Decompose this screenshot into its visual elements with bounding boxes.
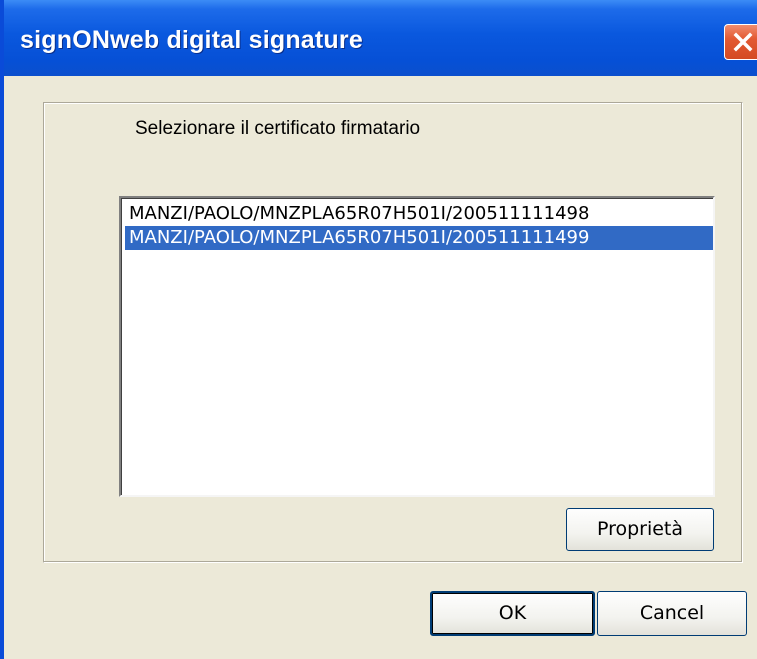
- properties-button[interactable]: Proprietà: [566, 508, 714, 551]
- close-button[interactable]: [724, 24, 757, 60]
- close-icon: [733, 32, 753, 52]
- window-title: signONweb digital signature: [20, 26, 363, 54]
- ok-button[interactable]: OK: [430, 591, 595, 636]
- certificate-list-item-selected[interactable]: MANZI/PAOLO/MNZPLA65R07H501I/20051111149…: [125, 226, 713, 250]
- cancel-button[interactable]: Cancel: [597, 591, 747, 636]
- dialog-window: signONweb digital signature Selezionare …: [0, 0, 757, 659]
- certificate-prompt-label: Selezionare il certificato firmatario: [135, 118, 421, 139]
- certificate-list-item[interactable]: MANZI/PAOLO/MNZPLA65R07H501I/20051111149…: [125, 202, 713, 226]
- title-bar[interactable]: signONweb digital signature: [4, 0, 757, 76]
- certificate-list[interactable]: MANZI/PAOLO/MNZPLA65R07H501I/20051111149…: [119, 196, 715, 497]
